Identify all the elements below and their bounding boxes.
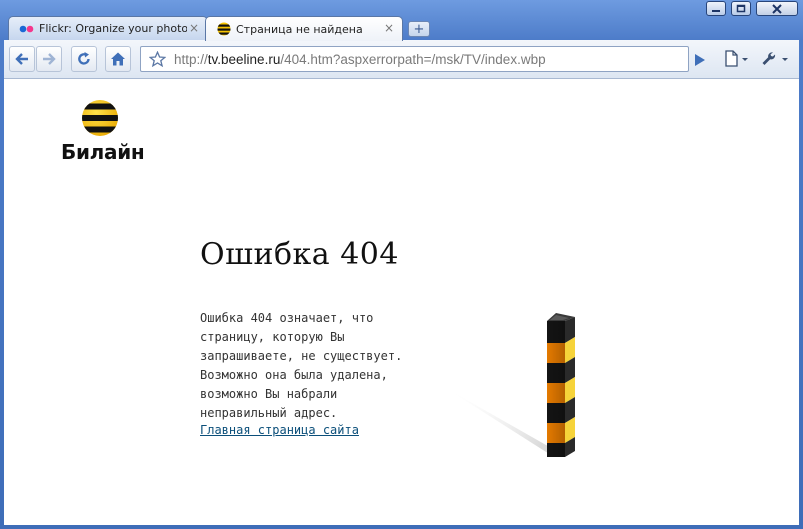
toolbar: http://tv.beeline.ru/404.htm?aspxerrorpa… [4,40,799,79]
tab-flickr[interactable]: Flickr: Organize your photo... × [8,16,208,40]
reload-icon [78,52,90,65]
reload-button[interactable] [71,46,97,72]
forward-icon [43,53,56,65]
close-window-button[interactable] [756,1,798,16]
home-icon [111,52,125,66]
message-line: неправильный адрес. [200,406,338,420]
back-icon [15,53,28,65]
message-line: страницу, которую Вы [200,330,345,344]
url-host: tv.beeline.ru [207,52,281,67]
beeline-logo[interactable]: Билайн [61,99,151,169]
maximize-button[interactable] [731,1,751,16]
logo-text: Билайн [61,140,145,164]
minimize-button[interactable] [706,1,726,16]
home-page-link[interactable]: Главная страница сайта [200,423,359,437]
page-title: Ошибка 404 [200,237,399,272]
error-message: Ошибка 404 означает, что страницу, котор… [200,309,440,423]
tab-title: Flickr: Organize your photo... [39,22,187,35]
message-line: запрашиваете, не существует. [200,349,403,363]
message-line: возможно Вы набрали [200,387,338,401]
page-menu-button[interactable] [724,50,750,72]
page-viewport: Билайн Ошибка 404 Ошибка 404 означает, ч… [4,79,799,525]
flickr-favicon-icon [19,22,35,36]
wrench-icon [762,52,788,65]
url-text: http://tv.beeline.ru/404.htm?aspxerrorpa… [174,52,546,67]
url-path: /404.htm?aspxerrorpath=/msk/TV/index.wbp [280,52,546,67]
beeline-logo-icon [82,100,118,136]
browser-window: Flickr: Organize your photo... × Страниц… [0,0,803,529]
beeline-favicon-icon [216,22,232,36]
url-scheme: http:// [174,52,208,67]
settings-menu-button[interactable] [761,50,791,72]
close-icon [772,3,782,14]
minimize-icon [712,9,720,12]
tab-title: Страница не найдена [236,22,363,36]
tab-close-icon[interactable]: × [189,21,199,35]
home-button[interactable] [105,46,131,72]
go-icon [695,54,705,66]
plus-icon: + [413,21,425,37]
tab-page-not-found[interactable]: Страница не найдена × [205,16,403,41]
back-button[interactable] [9,46,35,72]
star-icon[interactable] [149,51,166,67]
message-line: Ошибка 404 означает, что [200,311,374,325]
maximize-icon [736,4,746,13]
message-line: Возможно она была удалена, [200,368,388,382]
new-tab-button[interactable]: + [408,21,430,37]
tab-close-icon[interactable]: × [384,21,394,35]
address-bar[interactable]: http://tv.beeline.ru/404.htm?aspxerrorpa… [140,46,689,72]
striped-post-illustration [444,313,575,457]
forward-button[interactable] [36,46,62,72]
page-menu-icon [725,50,748,67]
go-button[interactable] [694,52,706,71]
